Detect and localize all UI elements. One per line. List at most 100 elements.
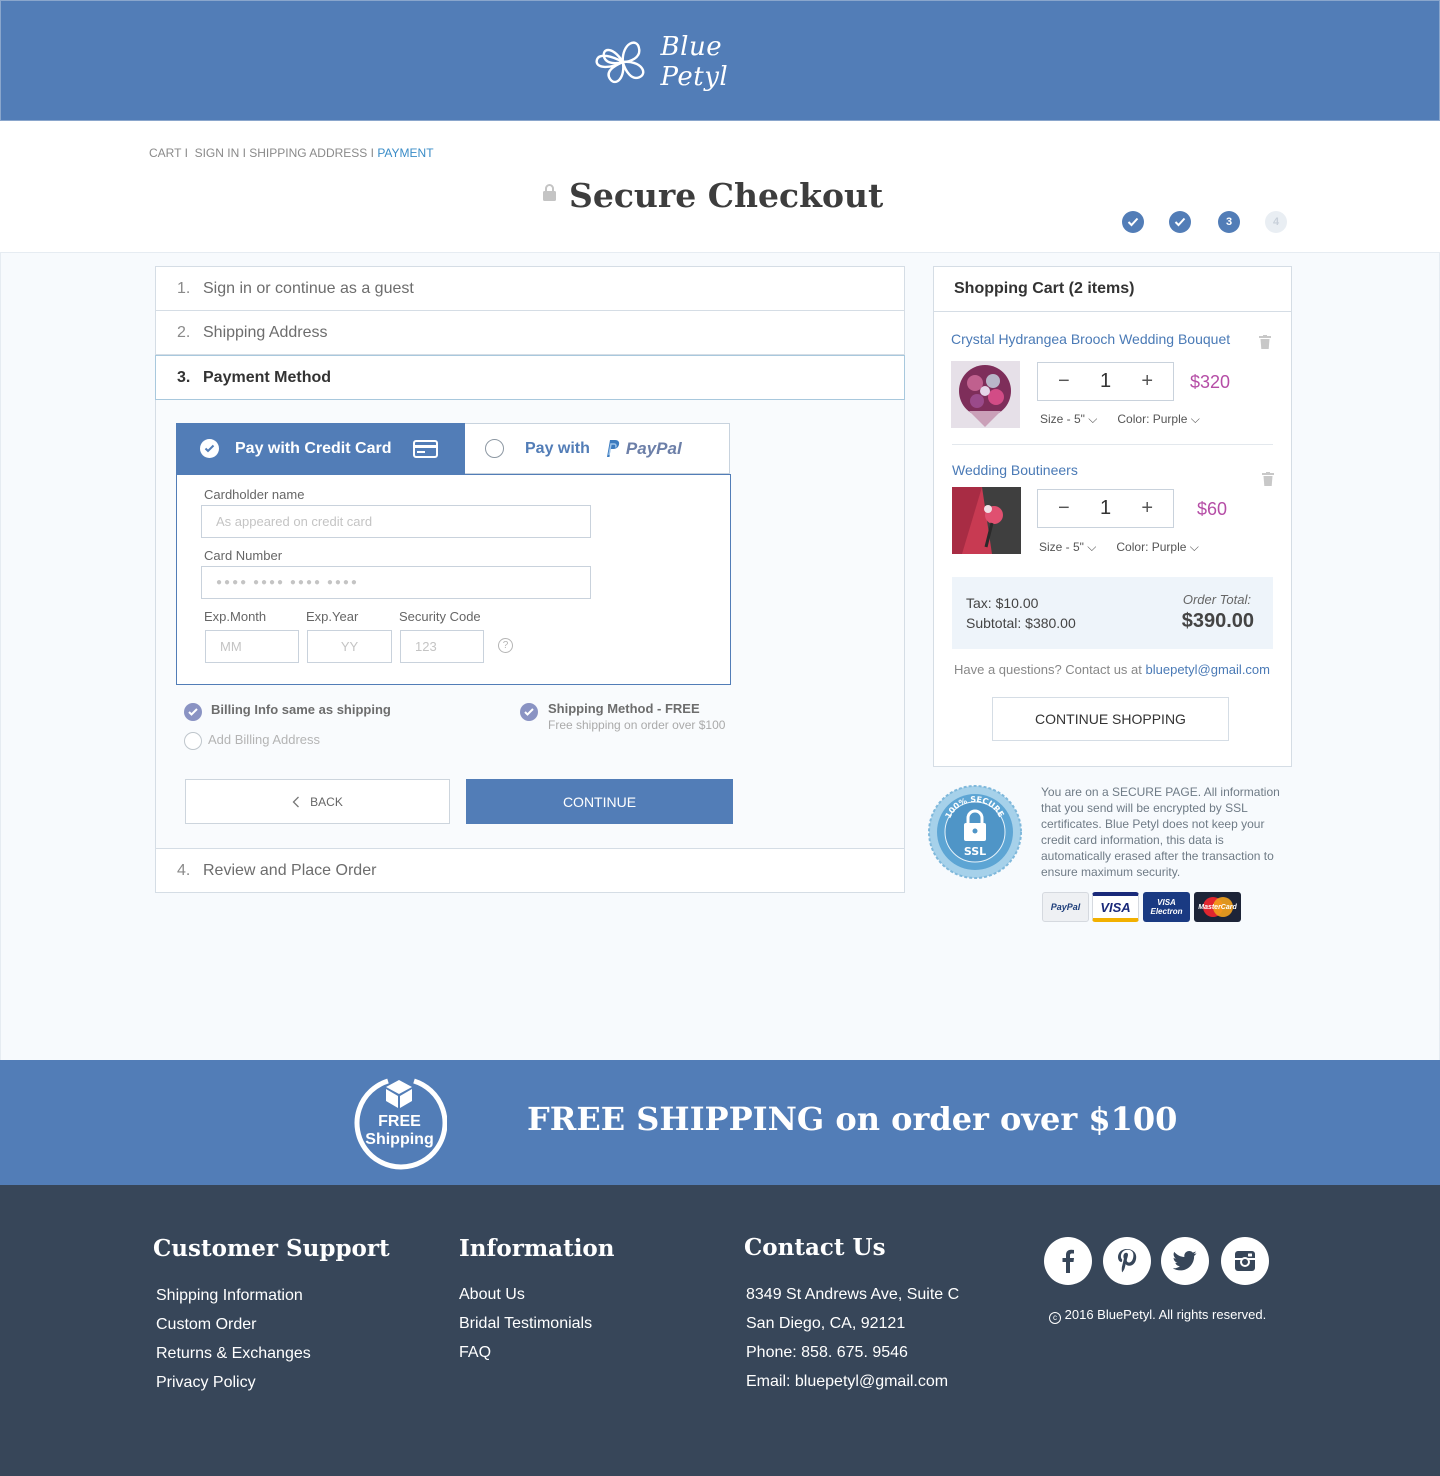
item-price: $60 (1197, 499, 1228, 519)
continue-shopping-button[interactable]: CONTINUE SHOPPING (992, 697, 1229, 741)
cardholder-name-input[interactable]: As appeared on credit card (201, 505, 591, 538)
progress-step-3-current: 3 (1218, 211, 1240, 233)
footer-link-returns[interactable]: Returns & Exchanges (156, 1345, 311, 1363)
trash-icon[interactable] (1259, 335, 1271, 349)
brand-logo[interactable]: Blue Petyl (593, 23, 793, 101)
cardholder-label: Cardholder name (204, 487, 305, 502)
plus-icon[interactable]: + (1141, 497, 1153, 520)
tab-credit-card[interactable]: Pay with Credit Card (176, 423, 465, 474)
item-options: Size - 5" ⌵ Color: Purple ⌵ (1040, 412, 1200, 427)
progress-step-1-done (1122, 211, 1144, 233)
footer-link-about[interactable]: About Us (459, 1286, 525, 1304)
footer-link-shipping-info[interactable]: Shipping Information (156, 1287, 303, 1305)
breadcrumb-payment[interactable]: PAYMENT (377, 146, 433, 160)
help-question-icon[interactable]: ? (498, 638, 513, 653)
step-sign-in[interactable]: 1. Sign in or continue as a guest (156, 267, 904, 311)
step-label: Shipping Address (203, 323, 328, 341)
step-payment-method[interactable]: 3. Payment Method (155, 355, 905, 400)
radio-empty-icon (485, 439, 504, 458)
security-code-input[interactable]: 123 (400, 630, 484, 663)
trash-icon[interactable] (1262, 472, 1274, 486)
quantity-value: 1 (1099, 497, 1112, 519)
order-totals: Tax: $10.00 Subtotal: $380.00 Order Tota… (952, 577, 1273, 649)
divider (952, 444, 1273, 445)
tax-line: Tax: $10.00 (966, 595, 1039, 611)
exp-month-label: Exp.Month (204, 609, 267, 624)
plus-icon[interactable]: + (1141, 370, 1153, 393)
instagram-icon[interactable] (1221, 1237, 1269, 1285)
item-options: Size - 5" ⌵ Color: Purple ⌵ (1039, 540, 1199, 555)
page-title: Secure Checkout (569, 176, 884, 215)
site-header: Blue Petyl (0, 0, 1440, 121)
add-billing-radio[interactable] (184, 732, 202, 750)
continue-button[interactable]: CONTINUE (466, 779, 733, 824)
billing-same-label: Billing Info same as shipping (211, 702, 391, 717)
order-total-label: Order Total: (1182, 592, 1251, 607)
size-select[interactable]: Size - 5" ⌵ (1039, 540, 1096, 555)
shipping-method-note: Free shipping on order over $100 (548, 718, 726, 732)
contact-email[interactable]: Email: bluepetyl@gmail.com (746, 1373, 948, 1391)
free-shipping-badge-text: FREE Shipping (365, 1113, 434, 1148)
step-label: Review and Place Order (203, 861, 377, 879)
quantity-stepper[interactable]: − 1 + (1037, 489, 1174, 528)
shopping-cart-panel: Shopping Cart (2 items) Crystal Hydrange… (933, 266, 1292, 767)
exp-year-input[interactable]: YY (307, 630, 392, 663)
breadcrumb: CART I SIGN IN I SHIPPING ADDRESS I PAYM… (149, 146, 434, 160)
card-number-input[interactable]: ●●●● ●●●● ●●●● ●●●● (201, 566, 591, 599)
radio-checked-icon (200, 439, 219, 458)
tab-paypal-label: Pay with (525, 439, 590, 457)
quantity-stepper[interactable]: − 1 + (1037, 362, 1174, 401)
visa-electron-logo: VISA Electron (1143, 892, 1190, 922)
step-number: 3. (177, 368, 191, 386)
help-email-link[interactable]: bluepetyl@gmail.com (1146, 662, 1270, 677)
cart-item-name[interactable]: Crystal Hydrangea Brooch Wedding Bouquet (951, 331, 1230, 347)
product-thumbnail-bouquet[interactable] (951, 361, 1020, 428)
contact-phone[interactable]: Phone: 858. 675. 9546 (746, 1344, 908, 1362)
checkmark-icon (524, 708, 534, 716)
paypal-brand: PayPal (625, 438, 682, 458)
twitter-icon[interactable] (1161, 1237, 1209, 1285)
footer-link-privacy[interactable]: Privacy Policy (156, 1374, 256, 1392)
shipping-method-checkbox[interactable] (520, 703, 538, 721)
paypal-logo: PayPal (1042, 892, 1089, 922)
footer-link-custom-order[interactable]: Custom Order (156, 1316, 256, 1334)
security-code-label: Security Code (399, 609, 481, 624)
breadcrumb-shipping[interactable]: SHIPPING ADDRESS I (249, 146, 374, 160)
pinterest-icon[interactable] (1103, 1237, 1151, 1285)
order-total-value: $390.00 (1181, 610, 1254, 632)
progress-step-2-done (1169, 211, 1191, 233)
minus-icon[interactable]: − (1058, 497, 1070, 520)
breadcrumb-cart[interactable]: CART I (149, 146, 188, 160)
free-shipping-headline: FREE SHIPPING on order over $100 (527, 1100, 1178, 1138)
billing-same-checkbox[interactable] (184, 703, 202, 721)
facebook-icon[interactable] (1044, 1237, 1092, 1285)
copyright-icon: c (1049, 1312, 1061, 1324)
minus-icon[interactable]: − (1058, 370, 1070, 393)
credit-card-form: Cardholder name As appeared on credit ca… (176, 474, 731, 685)
footer-heading-contact: Contact Us (744, 1234, 886, 1261)
footer-heading-support: Customer Support (153, 1235, 390, 1262)
back-label: BACK (310, 794, 343, 809)
subtotal-line: Subtotal: $380.00 (966, 615, 1076, 631)
cart-item-name[interactable]: Wedding Boutineers (952, 462, 1078, 478)
exp-year-label: Exp.Year (306, 609, 359, 624)
color-select[interactable]: Color: Purple ⌵ (1117, 412, 1199, 427)
size-select[interactable]: Size - 5" ⌵ (1040, 412, 1097, 427)
exp-month-input[interactable]: MM (205, 630, 299, 663)
tab-paypal[interactable]: Pay with PayPal (465, 423, 730, 474)
chevron-left-icon (292, 796, 300, 807)
cart-title: Shopping Cart (2 items) (934, 267, 1291, 312)
footer-link-testimonials[interactable]: Bridal Testimonials (459, 1315, 592, 1333)
breadcrumb-sign-in[interactable]: SIGN IN I (195, 146, 246, 160)
visa-logo: VISA (1092, 892, 1139, 922)
flower-logo-icon (595, 41, 645, 84)
product-thumbnail-boutonniere[interactable] (952, 487, 1021, 554)
color-select[interactable]: Color: Purple ⌵ (1116, 540, 1198, 555)
svg-text:SSL: SSL (964, 845, 986, 858)
step-review-order[interactable]: 4. Review and Place Order (156, 848, 904, 892)
add-billing-label: Add Billing Address (208, 732, 321, 747)
step-shipping-address[interactable]: 2. Shipping Address (156, 311, 904, 355)
footer-link-faq[interactable]: FAQ (459, 1344, 491, 1362)
back-button[interactable]: BACK (185, 779, 450, 824)
checkmark-icon (1127, 217, 1139, 227)
